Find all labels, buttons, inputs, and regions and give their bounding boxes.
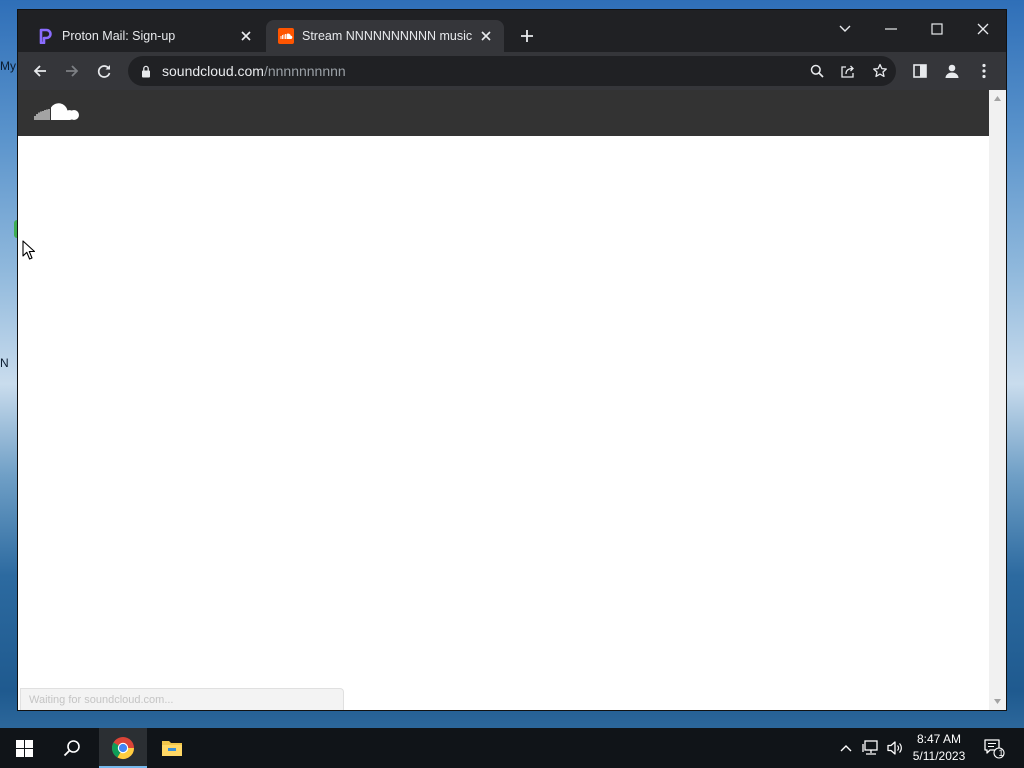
back-button[interactable] — [26, 57, 54, 85]
plus-icon — [521, 30, 533, 42]
address-bar[interactable]: soundcloud.com/nnnnnnnnnn — [128, 56, 896, 86]
forward-button[interactable] — [58, 57, 86, 85]
chevron-up-icon — [840, 745, 852, 752]
soundcloud-header — [18, 90, 989, 136]
browser-menu-button[interactable] — [970, 57, 998, 85]
arrow-right-icon — [66, 65, 79, 77]
speaker-icon — [887, 741, 902, 755]
windows-logo-icon — [15, 739, 33, 757]
notification-count-badge: 1 — [998, 748, 1004, 758]
scroll-up-icon[interactable] — [993, 94, 1002, 103]
page-viewport: Waiting for soundcloud.com... — [18, 90, 1006, 710]
minimize-icon — [885, 28, 897, 30]
network-tray[interactable] — [860, 728, 882, 768]
soundcloud-logo-icon[interactable] — [34, 101, 82, 125]
kebab-menu-icon — [982, 63, 986, 79]
close-window-button[interactable] — [960, 14, 1006, 44]
status-bubble: Waiting for soundcloud.com... — [20, 688, 344, 710]
clock-date: 5/11/2023 — [912, 749, 966, 763]
mouse-cursor-icon — [22, 240, 36, 260]
taskbar-chrome[interactable] — [99, 728, 147, 768]
soundcloud-favicon — [278, 28, 294, 44]
browser-window: Proton Mail: Sign-up Stream NNNNNNNNNN m… — [18, 10, 1006, 710]
arrow-left-icon — [33, 65, 46, 77]
tab-title: Stream NNNNNNNNNN music | — [302, 29, 476, 43]
url-host: soundcloud.com — [162, 63, 264, 79]
clock-time: 8:47 AM — [916, 732, 962, 746]
action-center-button[interactable]: 1 — [980, 728, 1008, 768]
share-icon[interactable] — [836, 59, 860, 83]
scroll-down-icon[interactable] — [993, 697, 1002, 706]
side-panel-button[interactable] — [906, 57, 934, 85]
url-path: /nnnnnnnnnn — [263, 63, 346, 79]
side-panel-icon — [913, 64, 927, 78]
start-button[interactable] — [0, 728, 48, 768]
folder-icon — [162, 741, 182, 756]
desktop-icon-label[interactable]: N — [0, 356, 9, 370]
chrome-icon — [111, 737, 134, 760]
tab-soundcloud[interactable]: Stream NNNNNNNNNN music | — [266, 20, 504, 52]
new-tab-button[interactable] — [516, 25, 538, 47]
browser-toolbar: soundcloud.com/nnnnnnnnnn — [18, 52, 1006, 90]
lock-icon[interactable] — [138, 65, 154, 78]
maximize-icon — [931, 23, 943, 35]
minimize-button[interactable] — [868, 14, 914, 44]
taskbar-clock[interactable]: 8:47 AM 5/11/2023 — [904, 731, 974, 765]
search-icon — [63, 740, 80, 757]
tab-proton-mail[interactable]: Proton Mail: Sign-up — [26, 20, 264, 52]
bookmark-star-icon[interactable] — [868, 59, 892, 83]
proton-icon — [38, 28, 54, 44]
network-icon — [862, 740, 878, 755]
vertical-scrollbar[interactable] — [989, 90, 1006, 710]
chevron-down-icon — [839, 25, 851, 32]
tab-search-button[interactable] — [822, 14, 868, 44]
reload-icon — [97, 65, 111, 78]
search-button[interactable] — [48, 728, 96, 768]
profile-icon — [945, 64, 959, 78]
taskbar: 8:47 AM 5/11/2023 1 — [0, 728, 1024, 768]
tab-strip: Proton Mail: Sign-up Stream NNNNNNNNNN m… — [18, 10, 1006, 52]
close-icon — [977, 23, 989, 35]
desktop-icon-label[interactable]: My — [0, 59, 16, 73]
show-hidden-icons-button[interactable] — [836, 728, 856, 768]
maximize-button[interactable] — [914, 14, 960, 44]
close-tab-icon[interactable] — [476, 26, 496, 46]
volume-tray[interactable] — [884, 728, 906, 768]
tab-title: Proton Mail: Sign-up — [62, 29, 176, 43]
profile-button[interactable] — [938, 57, 966, 85]
zoom-search-icon[interactable] — [805, 59, 829, 83]
close-tab-icon[interactable] — [236, 26, 256, 46]
reload-button[interactable] — [90, 57, 118, 85]
taskbar-file-explorer[interactable] — [148, 728, 196, 768]
url-text[interactable]: soundcloud.com/nnnnnnnnnn — [162, 63, 346, 79]
